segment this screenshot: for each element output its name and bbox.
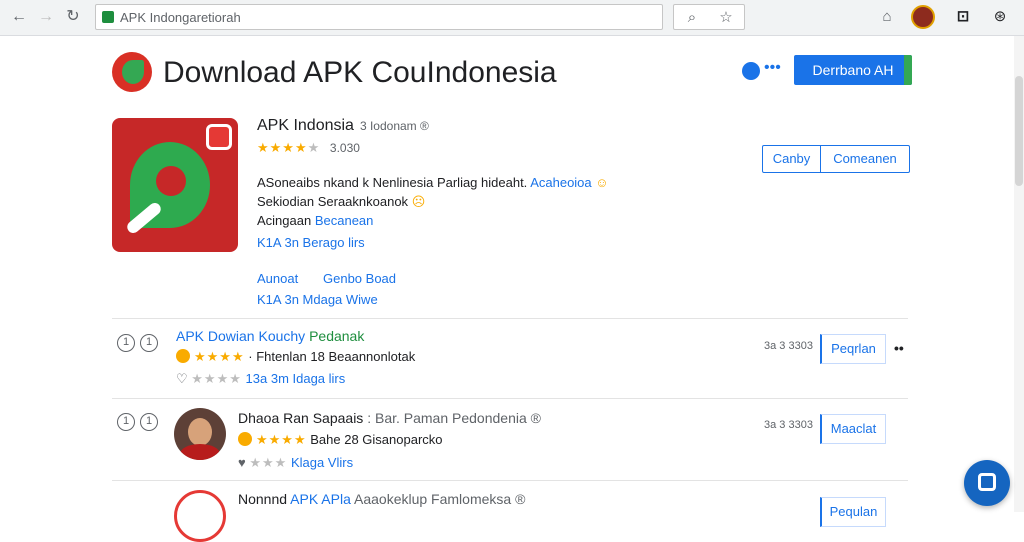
extension-icon[interactable]: ⌂ — [874, 4, 900, 30]
list-item-size: 3a 3 3303 — [764, 419, 813, 431]
list-item-title[interactable]: Nonnnd APK APla Aaaokeklup Famlomeksa ® — [238, 491, 525, 507]
app-name: APK Indonsia 3 Iodonam ® — [257, 117, 429, 134]
comeanen-button[interactable]: Comeanen — [821, 146, 909, 172]
more-icon[interactable]: •• — [894, 340, 904, 356]
divider — [112, 318, 908, 319]
download-icon[interactable]: ⊡ — [950, 4, 976, 30]
action-button-group: Canby Comeanen — [762, 145, 910, 173]
search-icon[interactable]: ⌕ — [678, 5, 706, 31]
heart-icon: ♡ — [176, 371, 188, 386]
list-item-rating: ★★★★ · Fhtenlan 18 Beaannonlotak — [176, 349, 415, 365]
star-icon[interactable]: ☆ — [712, 5, 740, 31]
list-item-button[interactable]: Pequlan — [820, 497, 886, 527]
floating-action-button[interactable] — [964, 460, 1010, 506]
avatar[interactable] — [174, 408, 226, 460]
app-description-2: Sekiodian Seraaknkoanok ☹ — [257, 194, 426, 209]
list-item-title[interactable]: APK Dowian Kouchy Pedanak — [176, 328, 364, 344]
chat-icon: ♥ — [238, 455, 246, 470]
square-icon — [978, 473, 996, 491]
app-meta-2a[interactable]: Aunoat — [257, 271, 298, 286]
menu-icon[interactable]: ⊛ — [987, 4, 1013, 30]
page-title: Download APK CouIndonesia — [163, 56, 557, 89]
app-description-1: ASoneaibs nkand k Nenlinesia Parliag hid… — [257, 175, 609, 190]
reload-icon[interactable]: ↻ — [62, 6, 84, 28]
app-icon[interactable] — [112, 118, 238, 252]
app-rating: ★★★★★ 3.030 — [257, 140, 360, 155]
more-icon[interactable]: ••• — [764, 59, 781, 77]
scrollbar[interactable] — [1014, 36, 1024, 512]
back-icon[interactable]: ← — [8, 6, 30, 28]
list-item-rating: ★★★★ Bahe 28 Gisanoparcko — [238, 432, 443, 448]
list-item-button[interactable]: Peqrlan — [820, 334, 886, 364]
lock-icon — [102, 11, 114, 23]
info-icon[interactable]: 1 — [140, 413, 158, 431]
info-icon[interactable]: 1 — [140, 334, 158, 352]
scroll-thumb[interactable] — [1015, 76, 1023, 186]
info-icon[interactable]: 1 — [117, 334, 135, 352]
app-meta-3[interactable]: K1A 3n Mdaga Wiwe — [257, 292, 378, 307]
list-item-button[interactable]: Maaclat — [820, 414, 886, 444]
app-description-3: Acingaan Becanean — [257, 213, 374, 228]
avatar[interactable] — [174, 490, 226, 542]
search-star-box: ⌕ ☆ — [673, 4, 745, 30]
canby-button[interactable]: Canby — [763, 146, 821, 172]
list-item-meta: ♥ ★★★ Klaga Vlirs — [238, 455, 354, 470]
site-logo[interactable] — [112, 52, 152, 92]
app-meta-1[interactable]: K1A 3n Berago lirs — [257, 235, 365, 250]
list-item-meta: ♡ ★★★★ 13a 3m Idaga lirs — [176, 371, 346, 386]
info-icon[interactable]: 1 — [117, 413, 135, 431]
profile-icon[interactable] — [911, 5, 935, 29]
globe-icon[interactable] — [742, 62, 760, 80]
list-item-size: 3a 3 3303 — [764, 340, 813, 352]
divider — [112, 480, 908, 481]
app-meta-2b[interactable]: Genbo Boad — [323, 271, 396, 286]
address-bar[interactable]: APK Indongaretiorah — [95, 4, 663, 30]
url-text: APK Indongaretiorah — [120, 10, 241, 25]
forward-icon[interactable]: → — [35, 6, 57, 28]
download-button[interactable]: Derrbano AH — [794, 55, 912, 85]
rating-stars: ★★★★★ — [257, 140, 321, 155]
list-item-title[interactable]: Dhaoa Ran Sapaais : Bar. Paman Pedondeni… — [238, 410, 541, 426]
divider — [112, 398, 908, 399]
browser-toolbar: ← → ↻ APK Indongaretiorah ⌕ ☆ ⌂ ⊡ ⊛ — [0, 0, 1024, 36]
